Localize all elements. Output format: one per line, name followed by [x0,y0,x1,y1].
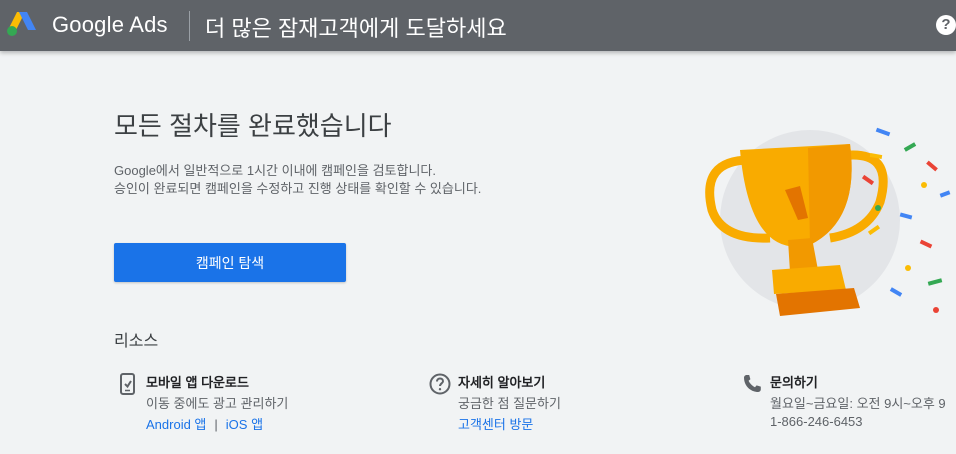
help-circle-icon [429,373,451,395]
phone-icon [744,375,761,392]
header-tagline: 더 많은 잠재고객에게 도달하세요 [205,16,507,41]
resource-learn-title: 자세히 알아보기 [458,375,546,390]
description: Google에서 일반적으로 1시간 이내에 캠페인을 검토합니다. 승인이 완… [114,162,481,198]
android-app-link[interactable]: Android 앱 [146,417,206,432]
resource-learn-subtitle: 궁금한 점 질문하기 [458,396,561,411]
description-line: Google에서 일반적으로 1시간 이내에 캠페인을 검토합니다. [114,163,436,178]
help-center-link[interactable]: 고객센터 방문 [458,417,533,432]
resource-contact-hours: 월요일~금요일: 오전 9시~오후 9 [770,396,946,411]
description-line: 승인이 완료되면 캠페인을 수정하고 진행 상태를 확인할 수 있습니다. [114,181,482,196]
header-divider [189,11,190,41]
ios-app-link[interactable]: iOS 앱 [226,417,263,432]
help-icon[interactable]: ? [936,15,956,35]
resource-mobile-title: 모바일 앱 다운로드 [146,375,249,390]
trophy-illustration [705,127,951,316]
resource-contact-phone: 1-866-246-6453 [770,414,863,429]
page-heading: 모든 절차를 완료했습니다 [114,111,392,141]
explore-campaign-button[interactable]: 캠페인 탐색 [114,243,346,282]
brand-name: Google Ads [52,12,168,37]
mobile-download-icon [120,373,135,395]
resource-contact-title: 문의하기 [770,375,818,390]
resource-mobile-subtitle: 이동 중에도 광고 관리하기 [146,396,289,411]
link-separator: | [214,417,218,432]
top-bar: Google Ads 더 많은 잠재고객에게 도달하세요 ? [0,0,956,51]
google-ads-logo-icon[interactable] [6,10,38,38]
resources-title: 리소스 [114,333,159,350]
